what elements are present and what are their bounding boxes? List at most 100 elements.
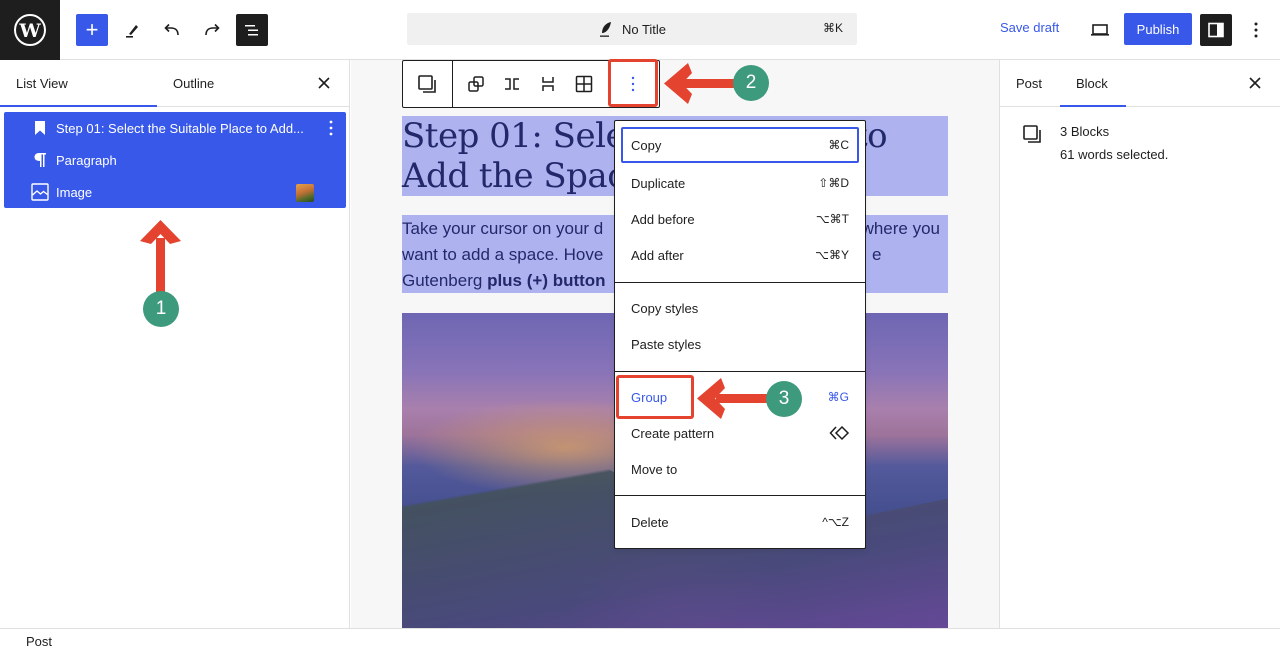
- block-card-description: 61 words selected.: [1060, 147, 1169, 162]
- add-block-button[interactable]: +: [76, 14, 108, 46]
- menu-item-label: Duplicate: [631, 175, 686, 191]
- redo-button[interactable]: [196, 14, 228, 46]
- toolbar-separator: [452, 61, 453, 107]
- tab-list-view[interactable]: List View: [16, 60, 68, 107]
- tab-block[interactable]: Block: [1076, 60, 1108, 107]
- desktop-preview-icon: [1091, 24, 1109, 36]
- list-view-selection: Step 01: Select the Suitable Place to Ad…: [4, 112, 346, 208]
- close-icon[interactable]: [315, 74, 333, 92]
- stack-button[interactable]: [532, 68, 564, 100]
- settings-toggle-button[interactable]: [1200, 14, 1232, 46]
- tab-outline[interactable]: Outline: [173, 60, 214, 107]
- multiple-blocks-icon: [418, 75, 436, 93]
- editor-header: W + No Title ⌘K Save draft Publish: [0, 0, 1280, 60]
- paragraph-line-right: where you: [861, 219, 940, 238]
- paragraph-icon: [30, 150, 50, 170]
- vertical-ellipsis-icon: [329, 120, 333, 136]
- paragraph-line: Take your cursor on your d: [402, 219, 604, 238]
- annotation-badge-1: 1: [143, 291, 179, 327]
- menu-separator: [615, 495, 865, 496]
- heading-bookmark-icon: [30, 118, 50, 138]
- image-icon: [30, 182, 50, 202]
- menu-item-copy-styles[interactable]: Copy styles: [621, 290, 859, 326]
- paragraph-line-right: e: [872, 245, 882, 264]
- menu-separator: [615, 282, 865, 283]
- plus-icon: +: [85, 17, 99, 42]
- wordpress-logo-icon: W: [14, 14, 46, 46]
- menu-item-copy[interactable]: Copy ⌘C: [621, 127, 859, 163]
- active-tab-indicator: [1060, 105, 1126, 107]
- annotation-badge-3: 3: [766, 381, 802, 417]
- document-overview-button[interactable]: [236, 14, 268, 46]
- settings-sidebar: Post Block 3 Blocks 61 words selected.: [999, 60, 1280, 628]
- menu-item-shortcut: ⇧⌘D: [818, 176, 849, 190]
- menu-item-duplicate[interactable]: Duplicate ⇧⌘D: [621, 165, 859, 201]
- multiple-blocks-button[interactable]: [411, 68, 443, 100]
- vertical-ellipsis-icon: [1254, 22, 1258, 38]
- paragraph-line: want to add a space. Hove: [402, 245, 604, 264]
- menu-item-shortcut: ⌥⌘Y: [815, 248, 849, 262]
- list-item-heading[interactable]: Step 01: Select the Suitable Place to Ad…: [4, 112, 346, 144]
- list-item-label: Paragraph: [56, 152, 117, 168]
- tab-post[interactable]: Post: [1016, 60, 1042, 107]
- command-palette-bar[interactable]: No Title ⌘K: [407, 13, 857, 45]
- menu-item-label: Copy: [631, 137, 662, 153]
- menu-item-label: Create pattern: [631, 425, 715, 441]
- menu-item-delete[interactable]: Delete ^⌥Z: [621, 504, 859, 540]
- group-icon: [468, 76, 484, 92]
- menu-item-shortcut: ⌘G: [827, 390, 849, 404]
- save-draft-button[interactable]: Save draft: [1000, 20, 1059, 35]
- list-item-label: Step 01: Select the Suitable Place to Ad…: [56, 120, 304, 136]
- menu-item-create-pattern[interactable]: Create pattern: [621, 415, 859, 451]
- breadcrumb-post[interactable]: Post: [26, 634, 52, 649]
- annotation-highlight-options: [608, 59, 658, 107]
- menu-item-shortcut: ⌘C: [828, 138, 849, 152]
- row-button[interactable]: [496, 68, 528, 100]
- sidebar-settings-icon: [1208, 22, 1224, 38]
- menu-item-label: Move to: [631, 461, 678, 477]
- publish-label: Publish: [1136, 21, 1180, 37]
- pattern-diamond-icon: [829, 425, 850, 441]
- feather-icon: [599, 22, 611, 37]
- tools-button[interactable]: [116, 14, 148, 46]
- list-view-tabs: List View Outline: [0, 60, 349, 107]
- list-item-image[interactable]: Image: [4, 176, 346, 208]
- menu-item-paste-styles[interactable]: Paste styles: [621, 326, 859, 362]
- undo-icon: [164, 23, 179, 36]
- redo-icon: [205, 23, 220, 36]
- close-icon[interactable]: [1246, 74, 1264, 92]
- menu-item-shortcut: ^⌥Z: [822, 515, 849, 529]
- menu-item-move-to[interactable]: Move to: [621, 451, 859, 487]
- list-item-paragraph[interactable]: Paragraph: [4, 144, 346, 176]
- menu-separator: [615, 371, 865, 372]
- paragraph-bold-text: plus (+) button: [487, 271, 606, 290]
- editor-footer: Post: [0, 628, 1280, 653]
- wordpress-logo-button[interactable]: W: [0, 0, 60, 60]
- annotation-badge-2: 2: [733, 65, 769, 101]
- publish-button[interactable]: Publish: [1124, 13, 1192, 45]
- list-item-options-button[interactable]: [328, 119, 334, 140]
- list-view-panel: List View Outline Step 01: Select the Su…: [0, 60, 350, 628]
- more-options-button[interactable]: [1240, 14, 1272, 46]
- document-title: No Title: [621, 21, 667, 37]
- stack-icon: [542, 77, 554, 91]
- menu-item-add-before[interactable]: Add before ⌥⌘T: [621, 201, 859, 237]
- pencil-icon: [126, 25, 138, 38]
- menu-item-add-after[interactable]: Add after ⌥⌘Y: [621, 237, 859, 273]
- menu-item-label: Add before: [631, 211, 695, 227]
- menu-item-label: Delete: [631, 514, 669, 530]
- menu-item-shortcut: ⌥⌘T: [815, 212, 849, 226]
- svg-text:W: W: [18, 20, 41, 42]
- menu-item-label: Add after: [631, 247, 684, 263]
- block-card-title: 3 Blocks: [1060, 124, 1110, 139]
- image-thumbnail: [296, 184, 314, 202]
- undo-button[interactable]: [156, 14, 188, 46]
- preview-button[interactable]: [1084, 14, 1116, 46]
- grid-button[interactable]: [568, 68, 600, 100]
- command-shortcut: ⌘K: [822, 21, 843, 35]
- group-button[interactable]: [460, 68, 492, 100]
- grid-icon: [575, 75, 593, 93]
- list-item-label: Image: [56, 184, 93, 200]
- paragraph-line: Gutenberg: [402, 271, 488, 290]
- annotation-highlight-group: [616, 375, 694, 419]
